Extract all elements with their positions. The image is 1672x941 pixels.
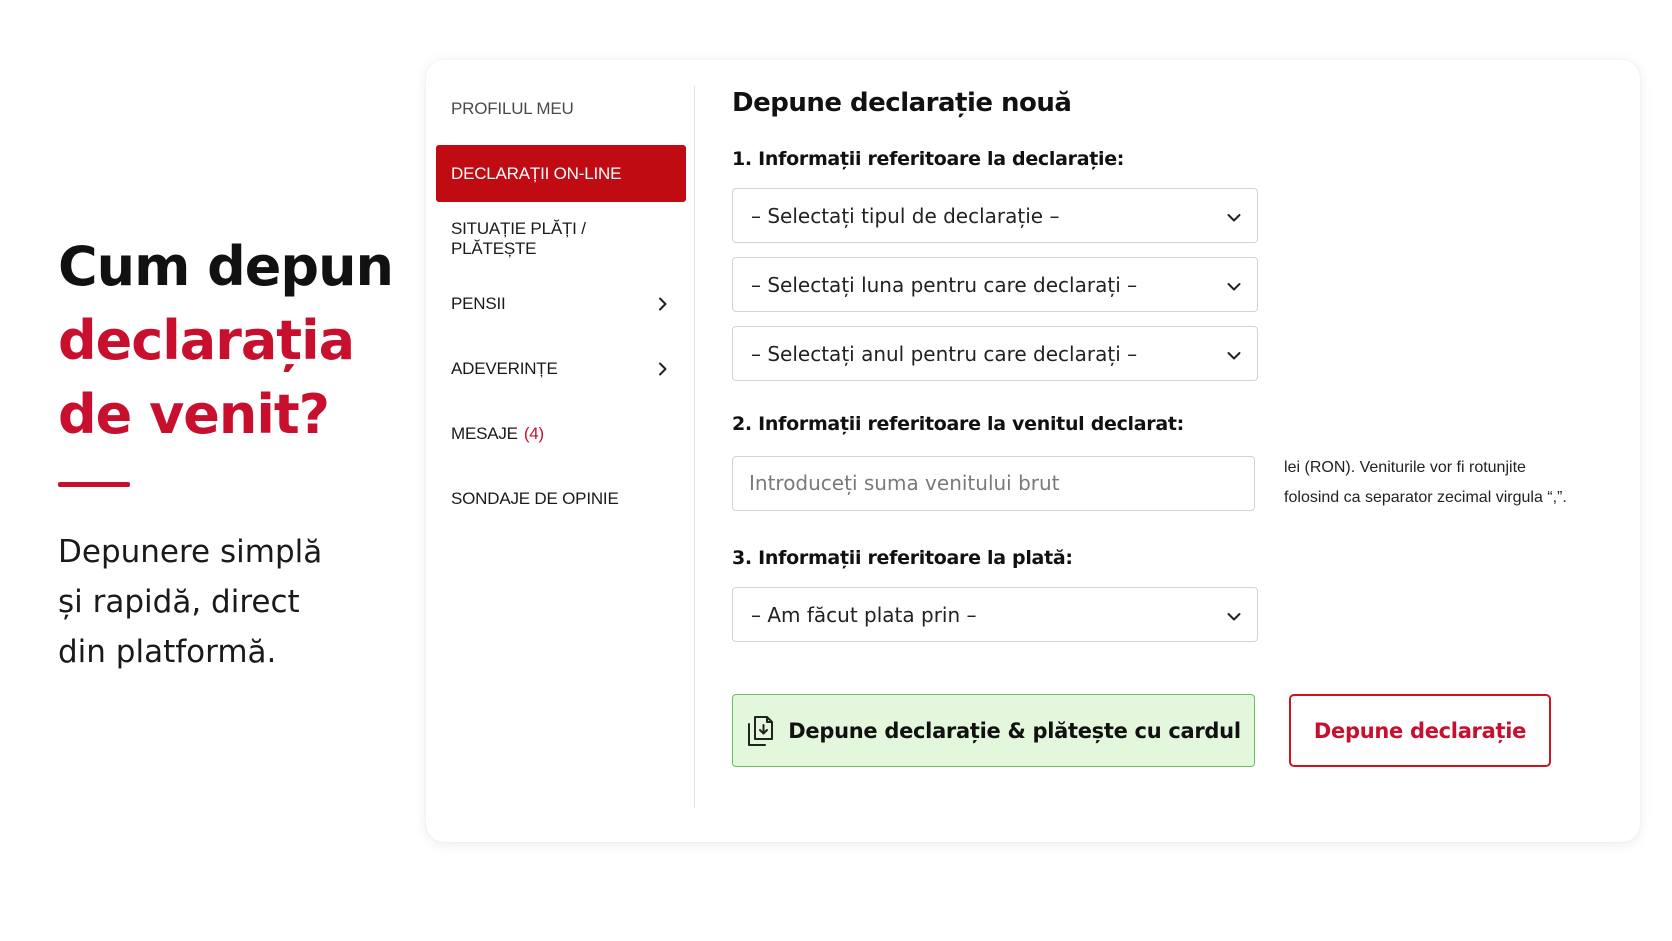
sidebar-item-online-declarations[interactable]: DECLARAȚII ON-LINE	[436, 145, 686, 202]
form-actions: Depune declarație & plătește cu cardul D…	[732, 694, 1622, 767]
sidebar-item-surveys[interactable]: SONDAJE DE OPINIE	[436, 470, 686, 527]
hero-subtitle: Depunere simplă și rapidă, direct din pl…	[58, 527, 398, 677]
select-value: – Am făcut plata prin –	[751, 602, 977, 627]
chevron-down-icon	[1227, 342, 1241, 366]
page-title: Depune declarație nouă	[732, 88, 1072, 118]
chevron-down-icon	[1227, 273, 1241, 297]
declaration-month-select[interactable]: – Selectați luna pentru care declarați –	[732, 257, 1258, 312]
messages-count-badge: (4)	[523, 423, 545, 443]
hero-subtitle-line3: din platformă.	[58, 634, 277, 670]
sidebar-item-payments[interactable]: SITUAȚIE PLĂȚI / PLĂTEȘTE	[436, 210, 686, 267]
submit-and-pay-button[interactable]: Depune declarație & plătește cu cardul	[732, 694, 1255, 767]
income-hint: lei (RON). Veniturile vor fi rotunjite f…	[1284, 453, 1622, 513]
sidebar-item-label: PROFILUL MEU	[451, 98, 574, 118]
income-hint-line1: lei (RON). Veniturile vor fi rotunjite	[1284, 459, 1526, 476]
hero-divider	[58, 482, 130, 487]
section1-fields: – Selectați tipul de declarație – – Sele…	[732, 188, 1622, 381]
section2-title: 2. Informații referitoare la venitul dec…	[732, 413, 1184, 435]
select-value: – Selectați luna pentru care declarați –	[751, 272, 1138, 297]
sidebar-item-label: PENSII	[451, 293, 506, 313]
chevron-right-icon	[655, 361, 671, 377]
hero-title-line1: Cum depun	[58, 235, 394, 298]
declaration-card: PROFILUL MEU DECLARAȚII ON-LINE SITUAȚIE…	[426, 60, 1640, 842]
select-value: – Selectați tipul de declarație –	[751, 203, 1060, 228]
sidebar-item-label: MESAJE	[451, 423, 518, 443]
hero-title-line3: de venit?	[58, 383, 330, 446]
sidebar-item-label: SONDAJE DE OPINIE	[451, 488, 619, 508]
sidebar-item-pensions[interactable]: PENSII	[436, 275, 686, 332]
declaration-type-select[interactable]: – Selectați tipul de declarație –	[732, 188, 1258, 243]
payment-method-select[interactable]: – Am făcut plata prin –	[732, 587, 1258, 642]
sidebar-item-certificates[interactable]: ADEVERINȚE	[436, 340, 686, 397]
sidebar-item-label: ADEVERINȚE	[451, 358, 558, 378]
declaration-year-select[interactable]: – Selectați anul pentru care declarați –	[732, 326, 1258, 381]
sidebar-item-label: SITUAȚIE PLĂȚI / PLĂTEȘTE	[451, 218, 586, 258]
section3-title: 3. Informații referitoare la plată:	[732, 547, 1073, 569]
hero-title-line2: declarația	[58, 309, 355, 372]
submit-declaration-button[interactable]: Depune declarație	[1289, 694, 1551, 767]
sidebar-nav: PROFILUL MEU DECLARAȚII ON-LINE SITUAȚIE…	[436, 80, 686, 535]
declaration-form: Depune declarație nouă 1. Informații ref…	[732, 88, 1622, 767]
chevron-right-icon	[655, 296, 671, 312]
chevron-down-icon	[1227, 204, 1241, 228]
select-value: – Selectați anul pentru care declarați –	[751, 341, 1138, 366]
sidebar-item-label-wrap: MESAJE (4)	[451, 424, 544, 444]
sidebar-item-profile[interactable]: PROFILUL MEU	[436, 80, 686, 137]
sidebar-item-label: DECLARAȚII ON-LINE	[451, 163, 622, 183]
chevron-down-icon	[1227, 603, 1241, 627]
hero-subtitle-line2: și rapidă, direct	[58, 584, 300, 620]
section1-title: 1. Informații referitoare la declarație:	[732, 148, 1125, 170]
hero: Cum depun declarația de venit? Depunere …	[58, 230, 398, 677]
hero-subtitle-line1: Depunere simplă	[58, 534, 323, 570]
hero-title: Cum depun declarația de venit?	[58, 230, 398, 452]
sidebar-divider	[694, 86, 695, 808]
gross-income-input[interactable]	[732, 455, 1256, 511]
document-download-icon	[746, 715, 776, 747]
submit-declaration-label: Depune declarație	[1313, 718, 1527, 743]
sidebar-item-messages[interactable]: MESAJE (4)	[436, 405, 686, 462]
income-row: lei (RON). Veniturile vor fi rotunjite f…	[732, 453, 1622, 513]
submit-and-pay-label: Depune declarație & plătește cu cardul	[788, 718, 1241, 743]
income-hint-line2: folosind ca separator zecimal virgula “,…	[1284, 489, 1567, 506]
